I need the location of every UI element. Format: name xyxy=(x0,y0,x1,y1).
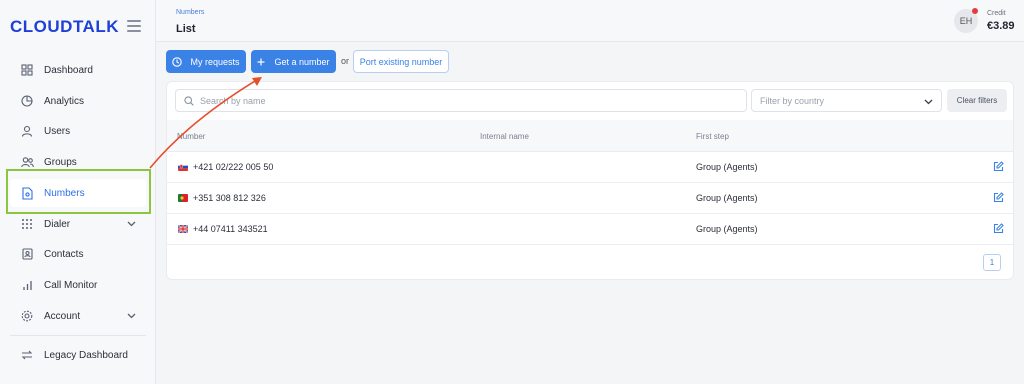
sidebar-item-label: Dashboard xyxy=(44,64,93,76)
numbers-card: Filter by country Clear filters Number I… xyxy=(166,81,1014,280)
first-step: Group (Agents) xyxy=(696,193,758,203)
first-step: Group (Agents) xyxy=(696,162,758,172)
port-existing-number-button[interactable]: Port existing number xyxy=(353,50,449,73)
sidebar-item-label: Analytics xyxy=(44,95,85,107)
clock-icon xyxy=(172,56,183,67)
sidebar-item-dashboard[interactable]: Dashboard xyxy=(10,56,146,84)
sidebar-item-label: Contacts xyxy=(44,248,84,260)
country-filter-select[interactable]: Filter by country xyxy=(751,89,942,112)
phone-number: +44 07411 343521 xyxy=(193,224,268,234)
sidebar: CLOUDTALK Dashboard Analytics Users Grou… xyxy=(0,0,156,384)
get-number-button[interactable]: Get a number xyxy=(251,50,336,73)
users-icon xyxy=(20,155,34,169)
sidebar-item-call-monitor[interactable]: Call Monitor xyxy=(10,271,146,299)
chevron-down-icon xyxy=(924,97,933,107)
sidebar-item-label: Call Monitor xyxy=(44,279,98,291)
gear-icon xyxy=(20,309,34,323)
numbers-highlight-box xyxy=(6,169,151,214)
sidebar-item-label: Users xyxy=(44,125,71,137)
sidebar-item-label: Groups xyxy=(44,156,77,168)
first-step: Group (Agents) xyxy=(696,224,758,234)
hamburger-menu-icon[interactable] xyxy=(127,20,141,32)
sidebar-item-legacy-dashboard[interactable]: Legacy Dashboard xyxy=(10,341,146,369)
sidebar-item-account[interactable]: Account xyxy=(10,302,146,330)
breadcrumb[interactable]: Numbers xyxy=(176,9,204,16)
sidebar-divider xyxy=(10,335,146,336)
plus-icon xyxy=(257,58,265,66)
table-row[interactable]: +421 02/222 005 50 Group (Agents) xyxy=(167,152,1013,183)
credit-value: €3.89 xyxy=(987,20,1015,32)
chevron-down-icon xyxy=(127,311,136,322)
table-row[interactable]: +351 308 812 326 Group (Agents) xyxy=(167,183,1013,214)
table-row[interactable]: +44 07411 343521 Group (Agents) xyxy=(167,214,1013,245)
cloudtalk-logo[interactable]: CLOUDTALK xyxy=(10,17,119,37)
portugal-flag-icon xyxy=(178,194,188,202)
slovakia-flag-icon xyxy=(178,163,188,171)
notification-dot xyxy=(972,8,978,14)
table-header: Number Internal name First step xyxy=(167,120,1013,152)
sidebar-item-users[interactable]: Users xyxy=(10,117,146,145)
pagination-page[interactable]: 1 xyxy=(983,254,1001,271)
sidebar-item-label: Account xyxy=(44,310,81,322)
sidebar-item-analytics[interactable]: Analytics xyxy=(10,87,146,115)
phone-number: +351 308 812 326 xyxy=(193,193,266,203)
credit-label: Credit xyxy=(987,10,1006,17)
pie-chart-icon xyxy=(20,94,34,108)
column-header-internal-name[interactable]: Internal name xyxy=(480,132,529,141)
sidebar-item-label: Dialer xyxy=(44,218,71,230)
bar-chart-icon xyxy=(20,278,34,292)
page-title: List xyxy=(176,23,196,35)
search-icon xyxy=(184,95,194,106)
edit-icon[interactable] xyxy=(993,192,1004,205)
clear-filters-button[interactable]: Clear filters xyxy=(947,89,1007,112)
chevron-down-icon xyxy=(127,219,136,230)
user-icon xyxy=(20,124,34,138)
phone-number: +421 02/222 005 50 xyxy=(193,162,274,172)
contact-icon xyxy=(20,247,34,261)
edit-icon[interactable] xyxy=(993,161,1004,174)
sidebar-item-dialer[interactable]: Dialer xyxy=(10,210,146,238)
my-requests-button[interactable]: My requests xyxy=(166,50,246,73)
or-separator: or xyxy=(341,56,350,66)
swap-icon xyxy=(20,348,34,362)
sidebar-item-contacts[interactable]: Contacts xyxy=(10,240,146,268)
dialpad-icon xyxy=(20,217,34,231)
sidebar-item-label: Legacy Dashboard xyxy=(44,349,128,361)
search-input[interactable] xyxy=(200,95,720,106)
uk-flag-icon xyxy=(178,225,188,233)
top-header: Numbers List EH Credit €3.89 xyxy=(156,0,1024,42)
edit-icon[interactable] xyxy=(993,223,1004,236)
column-header-first-step[interactable]: First step xyxy=(696,132,729,141)
grid-icon xyxy=(20,63,34,77)
column-header-number[interactable]: Number xyxy=(177,132,205,141)
search-field[interactable] xyxy=(175,89,747,112)
